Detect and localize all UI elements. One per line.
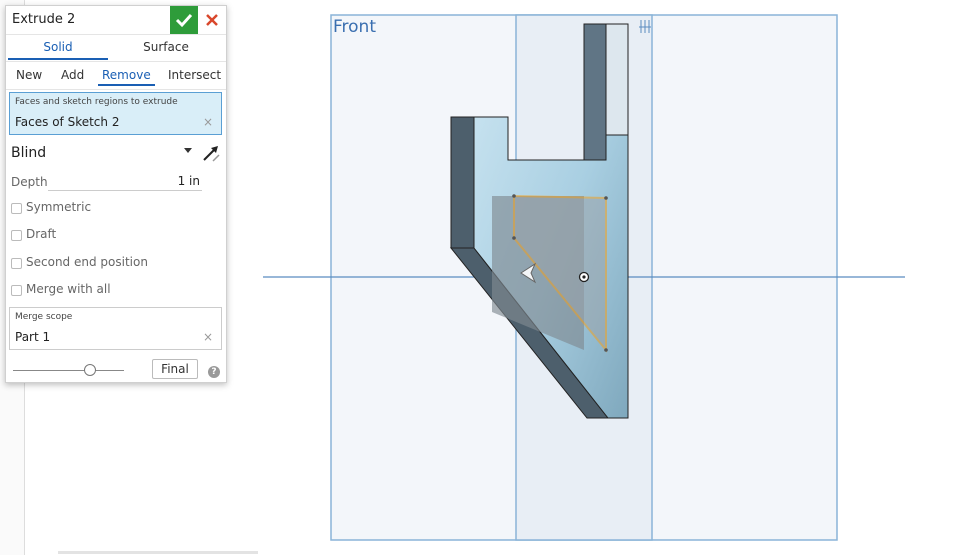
second-end-checkbox-row[interactable]: Second end position [6,254,224,274]
tab-intersect[interactable]: Intersect [168,65,221,86]
sketch-vertex [604,196,608,200]
end-type-value: Blind [11,145,47,161]
clear-scope-icon[interactable]: × [203,330,213,344]
axis-triad-icon [639,20,651,33]
merge-scope-label: Merge scope [15,312,73,322]
operation-tabs: New Add Remove Intersect [6,62,226,90]
rollback-slider-track[interactable] [13,370,124,371]
chevron-down-icon[interactable] [184,148,192,153]
faces-selection-value: Faces of Sketch 2 [15,115,120,129]
merge-all-checkbox-row[interactable]: Merge with all [6,281,224,301]
tab-solid[interactable]: Solid [8,35,108,60]
merge-all-checkbox[interactable] [11,285,22,296]
end-type-select[interactable]: Blind [6,142,224,166]
symmetric-checkbox[interactable] [11,203,22,214]
plane-label: Front [333,17,376,37]
tab-add[interactable]: Add [61,65,84,86]
accept-button[interactable] [170,6,198,34]
merge-all-label: Merge with all [26,282,111,296]
faces-selection-label: Faces and sketch regions to extrude [15,97,178,107]
part-top-face-upright[interactable] [605,23,629,136]
tab-new[interactable]: New [16,65,42,86]
depth-label: Depth [11,175,48,189]
close-icon [206,14,218,26]
clear-selection-icon[interactable]: × [203,115,213,129]
merge-scope-field[interactable]: Merge scope Part 1 × [9,307,222,350]
dialog-header: Extrude 2 [6,6,226,35]
depth-input[interactable] [48,172,202,191]
second-end-checkbox[interactable] [11,258,22,269]
final-button[interactable]: Final [152,359,198,379]
part-side-face-upright[interactable] [583,23,607,161]
checkmark-icon [175,13,193,28]
help-icon[interactable]: ? [208,366,220,378]
tab-remove[interactable]: Remove [98,65,155,86]
tab-surface[interactable]: Surface [116,35,216,60]
draft-checkbox-row[interactable]: Draft [6,226,224,246]
body-type-tabs: Solid Surface [6,35,226,62]
extrude-feature-dialog: Extrude 2 Solid Surface New Add Remove I… [5,5,227,383]
sketch-vertex [604,348,608,352]
sketch-vertex [512,236,516,240]
part-side-face-left[interactable] [450,116,475,249]
draft-label: Draft [26,227,57,241]
flip-direction-arrow-icon[interactable] [200,142,222,164]
symmetric-checkbox-row[interactable]: Symmetric [6,199,224,219]
draft-checkbox[interactable] [11,230,22,241]
faces-selection-field[interactable]: Faces and sketch regions to extrude Face… [9,92,222,135]
dialog-title: Extrude 2 [12,12,76,27]
depth-row: Depth [6,172,224,194]
rollback-slider-thumb[interactable] [84,364,96,376]
sketch-vertex [512,194,516,198]
origin-icon[interactable] [578,271,590,283]
symmetric-label: Symmetric [26,200,92,214]
cancel-button[interactable] [202,10,222,30]
merge-scope-value: Part 1 [15,330,51,344]
second-end-label: Second end position [26,255,148,269]
